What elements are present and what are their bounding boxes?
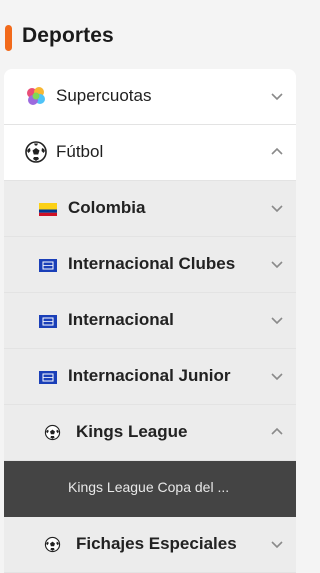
- colombia-flag-icon: [39, 203, 57, 216]
- menu-item-kings-league[interactable]: Kings League: [4, 405, 296, 461]
- menu-item-futbol[interactable]: Fútbol: [4, 125, 296, 181]
- chevron-down-icon[interactable]: [270, 313, 284, 327]
- chevron-up-icon[interactable]: [270, 425, 284, 439]
- menu-item-label: Kings League Copa del ...: [68, 479, 230, 495]
- menu-item-colombia[interactable]: Colombia: [4, 181, 296, 237]
- soccer-ball-icon: [44, 536, 61, 553]
- chevron-down-icon[interactable]: [270, 201, 284, 215]
- menu-item-label: Fichajes Especiales: [76, 534, 237, 553]
- menu-item-internacional[interactable]: Internacional: [4, 293, 296, 349]
- sports-header: Deportes: [0, 0, 300, 70]
- menu-item-internacional-junior[interactable]: Internacional Junior: [4, 349, 296, 405]
- chevron-down-icon[interactable]: [270, 257, 284, 271]
- menu-item-internacional-clubes[interactable]: Internacional Clubes: [4, 237, 296, 293]
- section-accent-bar: [5, 25, 12, 51]
- menu-item-label: Kings League: [76, 422, 188, 441]
- menu-item-label: Internacional Clubes: [68, 254, 236, 273]
- menu-item-label: Supercuotas: [56, 86, 152, 105]
- chevron-down-icon[interactable]: [270, 537, 284, 551]
- menu-item-supercuotas[interactable]: Supercuotas: [4, 69, 296, 125]
- menu-item-label: Fútbol: [56, 142, 104, 161]
- menu-item-kings-league-copa[interactable]: Kings League Copa del ...: [4, 461, 296, 517]
- menu-item-label: Internacional: [68, 310, 174, 329]
- soccer-ball-icon: [44, 424, 61, 441]
- supercuotas-icon: [27, 87, 45, 105]
- chevron-down-icon[interactable]: [270, 369, 284, 383]
- menu-item-label: Internacional Junior: [68, 366, 231, 385]
- section-title: Deportes: [22, 24, 114, 47]
- world-flag-icon: [39, 315, 57, 328]
- soccer-ball-icon: [25, 141, 47, 163]
- menu-item-label: Colombia: [68, 198, 146, 217]
- chevron-down-icon[interactable]: [270, 89, 284, 103]
- world-flag-icon: [39, 371, 57, 384]
- world-flag-icon: [39, 259, 57, 272]
- sports-menu: Supercuotas Fútbol Colombia Internaciona…: [4, 69, 296, 573]
- menu-item-fichajes-especiales[interactable]: Fichajes Especiales: [4, 517, 296, 573]
- chevron-up-icon[interactable]: [270, 145, 284, 159]
